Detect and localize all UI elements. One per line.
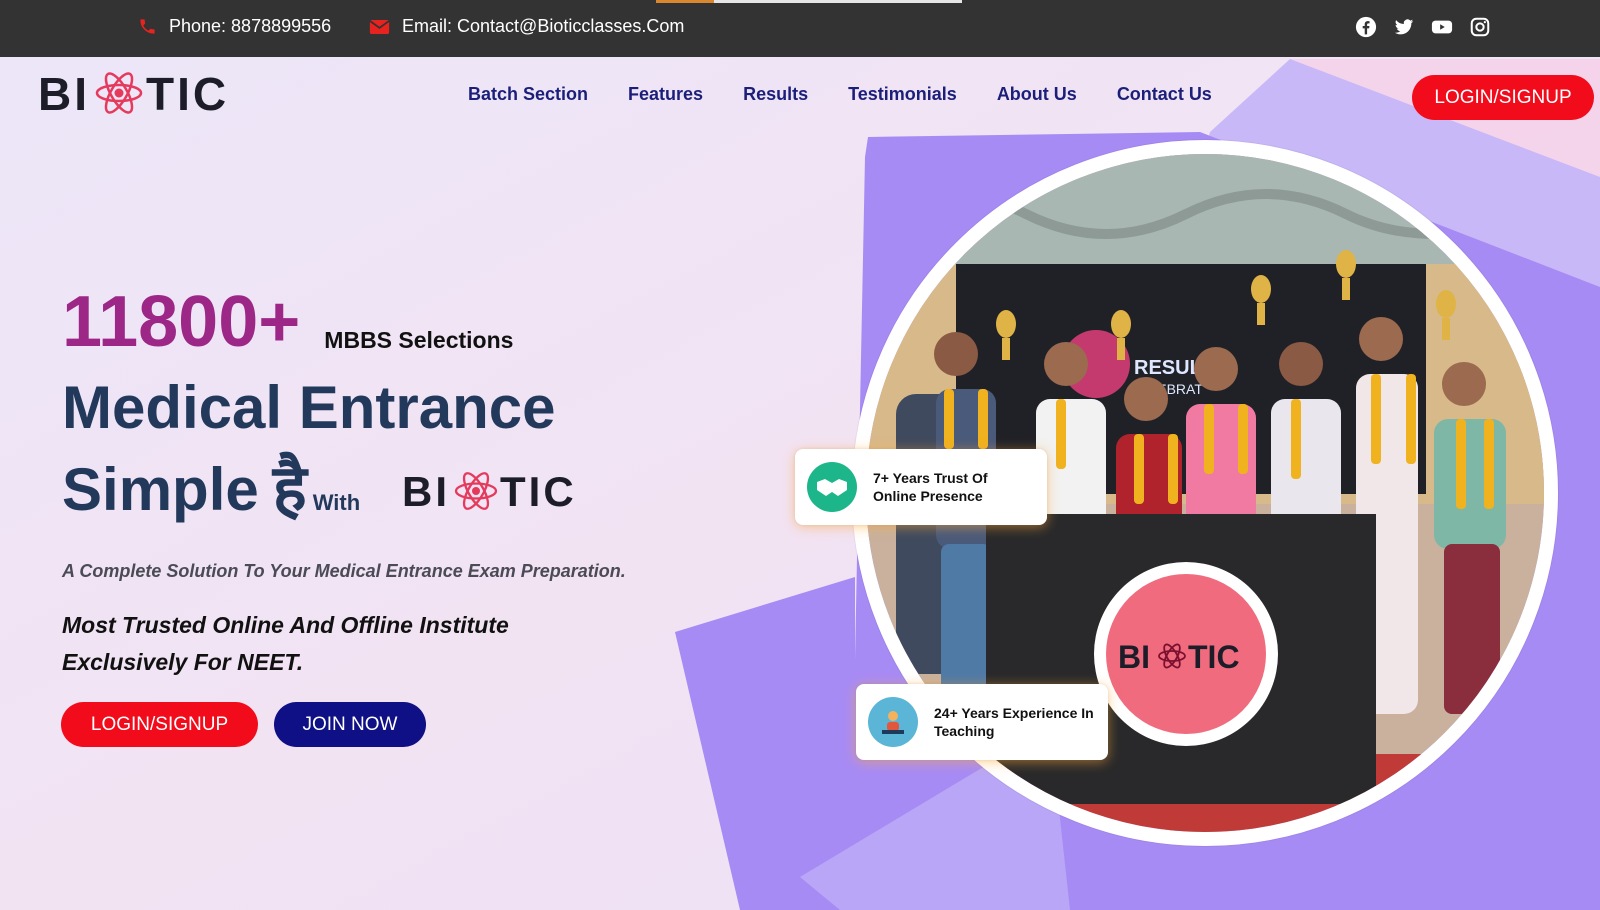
inline-atom-icon — [454, 472, 498, 510]
inline-biotic-logo: BI TIC — [402, 468, 577, 515]
biotic-logo[interactable]: BI TIC — [38, 66, 248, 126]
headline-line2: Simple है With — [62, 456, 360, 520]
nav-contact-us[interactable]: Contact Us — [1117, 84, 1212, 105]
header-login-signup-button[interactable]: LOGIN/SIGNUP — [1412, 75, 1594, 120]
main-nav: Batch Section Features Results Testimoni… — [468, 84, 1212, 105]
phone-icon — [140, 19, 155, 34]
headline-line1: Medical Entrance — [62, 374, 556, 441]
experience-badge: 24+ Years Experience In Teaching — [856, 684, 1108, 760]
email-text: Email: Contact@Bioticclasses.Com — [402, 16, 685, 36]
hero-tagline: Most Trusted Online And Offline Institut… — [62, 612, 509, 675]
nav-batch-section[interactable]: Batch Section — [468, 84, 588, 105]
podium-logo-right: TIC — [1188, 639, 1240, 675]
trust-badge-text: 7+ Years Trust Of Online Presence — [873, 470, 988, 504]
page-progress-fill — [656, 0, 715, 3]
podium-logo-left: BI — [1118, 639, 1150, 675]
social-links — [1355, 16, 1491, 38]
facebook-icon[interactable] — [1355, 16, 1377, 38]
phone-link[interactable]: Phone: 8878899556 — [138, 16, 331, 37]
headline-simple: Simple — [62, 456, 259, 523]
logo-text-right: TIC — [146, 68, 229, 120]
teacher-icon — [868, 697, 918, 747]
twitter-icon[interactable] — [1393, 16, 1415, 38]
nav-results[interactable]: Results — [743, 84, 808, 105]
stat-number: 11800+ — [62, 282, 301, 362]
youtube-icon[interactable] — [1431, 16, 1453, 38]
page-progress-track — [656, 0, 962, 3]
trust-badge: 7+ Years Trust Of Online Presence — [795, 449, 1047, 525]
hero-login-signup-button[interactable]: LOGIN/SIGNUP — [61, 702, 258, 747]
envelope-icon — [369, 19, 390, 34]
nav-testimonials[interactable]: Testimonials — [848, 84, 957, 105]
join-now-button[interactable]: JOIN NOW — [274, 702, 426, 747]
phone-text: Phone: 8878899556 — [169, 16, 332, 36]
handshake-icon — [807, 462, 857, 512]
stat-label: MBBS Selections — [324, 327, 514, 353]
headline-hai: है — [272, 452, 307, 524]
inline-logo-text-left: BI — [402, 468, 450, 515]
nav-about-us[interactable]: About Us — [997, 84, 1077, 105]
top-contact-bar: Phone: 8878899556 Email: Contact@Bioticc… — [0, 0, 1600, 57]
logo-text-left: BI — [38, 68, 90, 120]
atom-icon — [95, 72, 143, 114]
email-link[interactable]: Email: Contact@Bioticclasses.Com — [369, 16, 684, 37]
headline-with: With — [312, 490, 361, 515]
inline-logo-text-right: TIC — [500, 468, 577, 515]
nav-features[interactable]: Features — [628, 84, 703, 105]
hero-subtitle: A Complete Solution To Your Medical Entr… — [62, 561, 626, 581]
instagram-icon[interactable] — [1469, 16, 1491, 38]
experience-badge-text: 24+ Years Experience In Teaching — [934, 705, 1094, 739]
selections-stat: 11800+ MBBS Selections — [62, 286, 513, 358]
